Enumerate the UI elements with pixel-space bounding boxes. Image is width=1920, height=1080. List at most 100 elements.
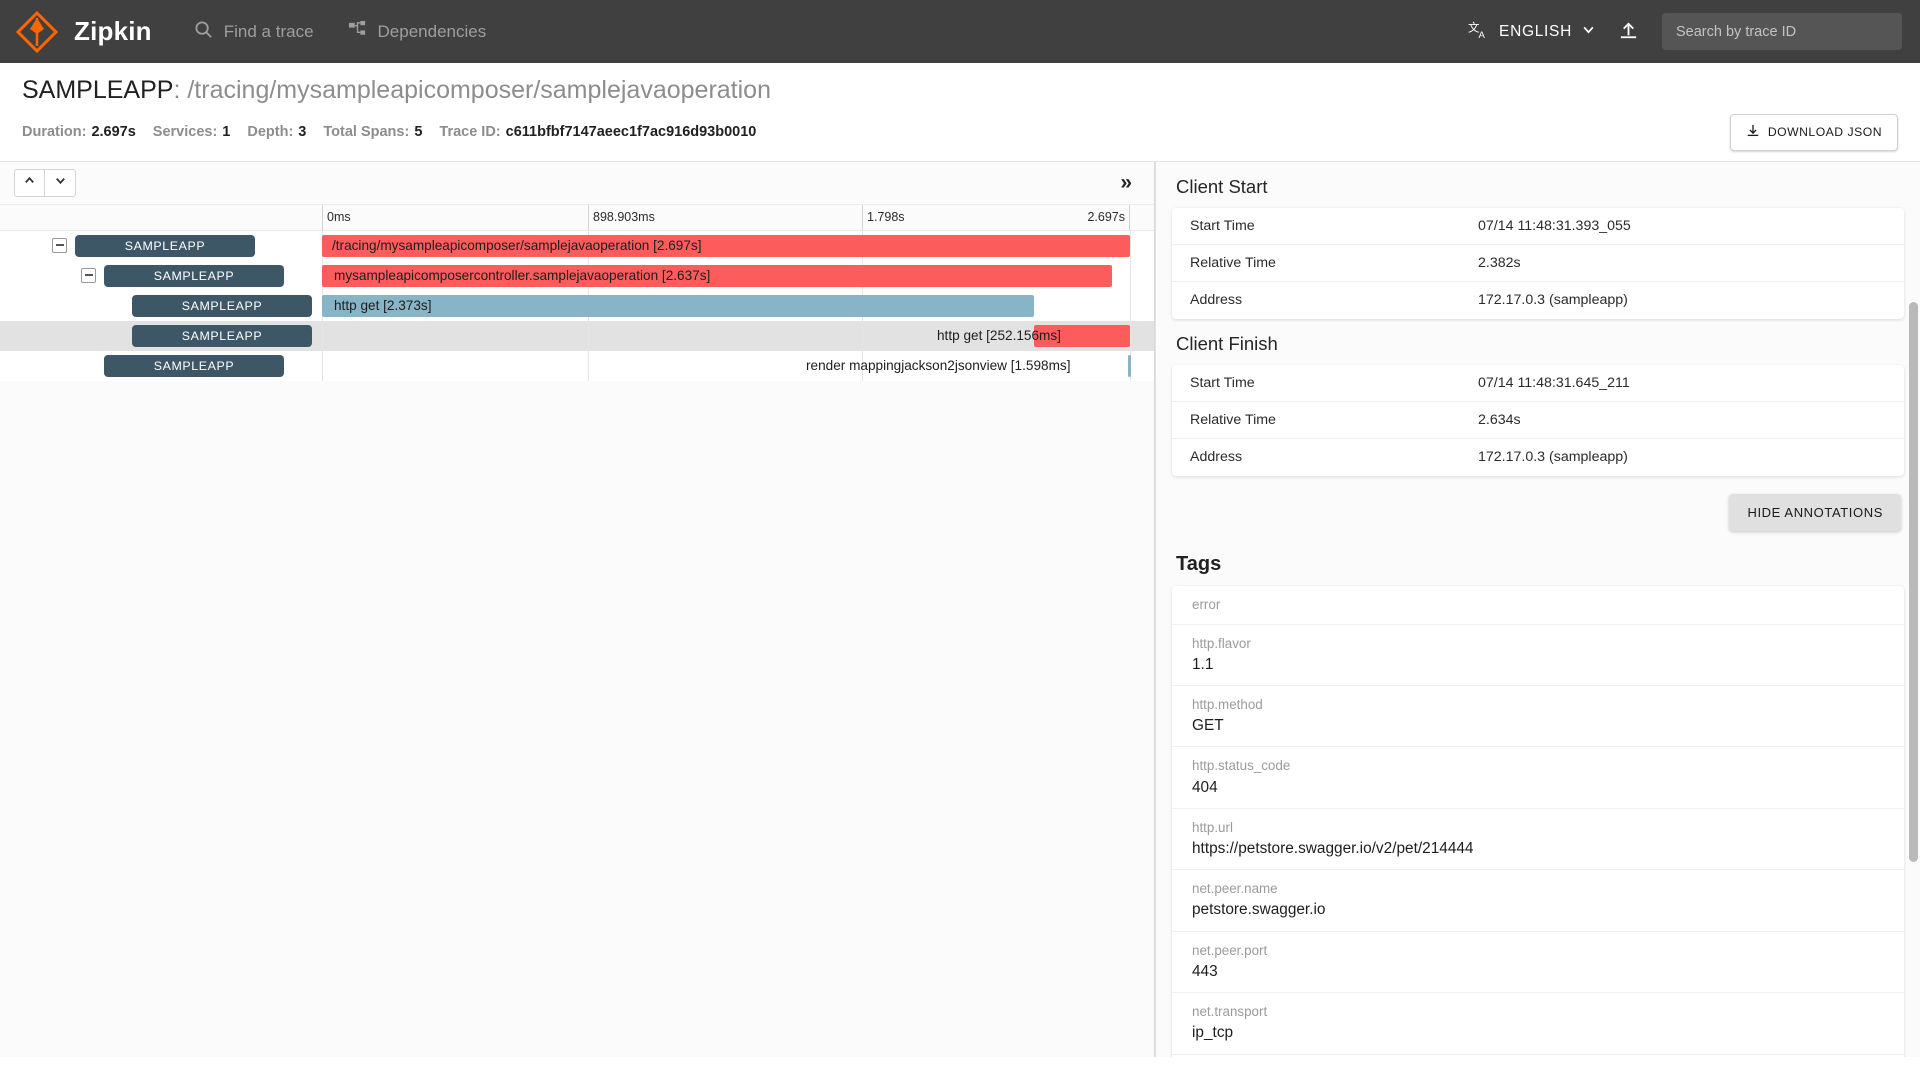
detail-key: Relative Time (1190, 412, 1478, 428)
span-toggle-icon[interactable] (52, 238, 67, 253)
expand-collapse-group (14, 169, 76, 197)
detail-key: Address (1190, 449, 1478, 465)
tag-key: error (1192, 595, 1904, 615)
detail-pane-scrollbar[interactable] (1909, 302, 1918, 862)
span-bar-cell: http get [252.156ms] (322, 321, 1154, 351)
nav-dependencies-label: Dependencies (378, 22, 487, 42)
collapse-spans-button[interactable] (14, 169, 45, 197)
ruler-tick-2: 1.798s (862, 205, 905, 230)
span-tree-cell: SAMPLEAPP (0, 231, 322, 261)
meta-value-trace-id: c611bfbf7147aeec1f7ac916d93b0010 (506, 124, 757, 140)
svg-text:A: A (1479, 30, 1486, 40)
nav-dependencies[interactable]: Dependencies (348, 20, 487, 44)
expand-spans-button[interactable] (45, 169, 76, 197)
trace-header: SAMPLEAPP: /tracing/mysampleapicomposer/… (0, 63, 1920, 161)
ruler-tick-3: 2.697s (1010, 205, 1130, 230)
tag-value: https://petstore.swagger.io/v2/pet/21444… (1192, 838, 1904, 860)
span-bar-cell: mysampleapicomposercontroller.samplejava… (322, 261, 1154, 291)
tag-row: net.peer.port 443 (1172, 932, 1904, 993)
span-service-pill[interactable]: SAMPLEAPP (75, 235, 255, 257)
tag-row: http.status_code 404 (1172, 747, 1904, 808)
meta-key-services: Services: (153, 124, 218, 140)
span-row[interactable]: SAMPLEAPP render mappingjackson2jsonview… (0, 351, 1154, 381)
detail-value: 07/14 11:48:31.393_055 (1478, 218, 1631, 234)
span-tree-cell: SAMPLEAPP (0, 321, 322, 351)
meta-value-services: 1 (222, 124, 230, 140)
span-duration-bar[interactable] (1128, 355, 1131, 377)
span-tree-cell: SAMPLEAPP (0, 291, 322, 321)
span-duration-bar[interactable] (322, 265, 1112, 287)
timeline-toolbar: » (0, 162, 1154, 205)
top-navbar: Zipkin Find a trace Dependencies (0, 0, 1920, 63)
tag-key: net.peer.port (1192, 941, 1904, 961)
tag-row: otel.library.name io.opentelemetry.apach… (1172, 1055, 1904, 1057)
span-row[interactable]: SAMPLEAPP http get [2.373s] (0, 291, 1154, 321)
span-detail-content: Client Start Start Time 07/14 11:48:31.3… (1156, 162, 1920, 1057)
span-service-pill[interactable]: SAMPLEAPP (132, 295, 312, 317)
tag-value: GET (1192, 715, 1904, 737)
detail-key: Relative Time (1190, 255, 1478, 271)
download-json-label: DOWNLOAD JSON (1768, 125, 1882, 139)
navbar-right-controls: 文 A ENGLISH (1468, 13, 1902, 50)
meta-value-depth: 3 (298, 124, 306, 140)
nav-links: Find a trace Dependencies (194, 20, 520, 44)
hide-annotations-wrap: HIDE ANNOTATIONS (1172, 494, 1904, 531)
span-duration-bar[interactable] (322, 295, 1034, 317)
tag-row: error (1172, 586, 1904, 625)
detail-row: Start Time 07/14 11:48:31.645_211 (1172, 365, 1904, 402)
tags-title: Tags (1172, 531, 1904, 586)
detail-value: 172.17.0.3 (sampleapp) (1478, 449, 1628, 465)
meta-key-trace-id: Trace ID: (439, 124, 500, 140)
download-json-button[interactable]: DOWNLOAD JSON (1730, 114, 1898, 151)
double-chevron-right-icon[interactable]: » (1120, 172, 1140, 193)
download-icon (1746, 124, 1760, 141)
time-ruler: 0ms 898.903ms 1.798s 2.697s (0, 205, 1154, 231)
tag-row: net.transport ip_tcp (1172, 993, 1904, 1054)
chevron-up-icon (23, 174, 36, 192)
trace-id-search-box[interactable] (1662, 13, 1902, 50)
hide-annotations-button[interactable]: HIDE ANNOTATIONS (1729, 494, 1901, 531)
tag-key: http.url (1192, 818, 1904, 838)
trace-operation-name: /tracing/mysampleapicomposer/samplejavao… (187, 76, 771, 104)
detail-row: Relative Time 2.382s (1172, 245, 1904, 282)
meta-key-depth: Depth: (247, 124, 293, 140)
span-row[interactable]: SAMPLEAPP mysampleapicomposercontroller.… (0, 261, 1154, 291)
trace-meta: Duration: 2.697s Services: 1 Depth: 3 To… (22, 124, 773, 140)
span-duration-bar[interactable] (322, 235, 1130, 257)
span-row[interactable]: SAMPLEAPP http get [252.156ms] (0, 321, 1154, 351)
span-row[interactable]: SAMPLEAPP /tracing/mysampleapicomposer/s… (0, 231, 1154, 261)
span-duration-bar[interactable] (1034, 325, 1130, 347)
span-bar-cell: render mappingjackson2jsonview [1.598ms] (322, 351, 1154, 381)
tag-row: http.method GET (1172, 686, 1904, 747)
brand-name[interactable]: Zipkin (74, 16, 152, 47)
ruler-tick-0: 0ms (322, 205, 351, 230)
tag-key: http.status_code (1192, 756, 1904, 776)
tag-row: http.url https://petstore.swagger.io/v2/… (1172, 809, 1904, 870)
trace-meta-row: Duration: 2.697s Services: 1 Depth: 3 To… (22, 114, 1898, 161)
span-bar-cell: http get [2.373s] (322, 291, 1154, 321)
chevron-down-icon (54, 174, 67, 192)
language-selector[interactable]: 文 A ENGLISH (1468, 19, 1595, 45)
detail-row: Address 172.17.0.3 (sampleapp) (1172, 282, 1904, 319)
span-service-pill[interactable]: SAMPLEAPP (104, 355, 284, 377)
tag-key: http.method (1192, 695, 1904, 715)
detail-row: Relative Time 2.634s (1172, 402, 1904, 439)
detail-value: 07/14 11:48:31.645_211 (1478, 375, 1630, 391)
upload-icon[interactable] (1617, 20, 1640, 43)
span-toggle-icon[interactable] (81, 268, 96, 283)
span-service-pill[interactable]: SAMPLEAPP (132, 325, 312, 347)
detail-key: Start Time (1190, 218, 1478, 234)
zipkin-logo-icon[interactable] (14, 9, 60, 55)
tag-row: http.flavor 1.1 (1172, 625, 1904, 686)
span-service-pill[interactable]: SAMPLEAPP (104, 265, 284, 287)
client-start-card: Start Time 07/14 11:48:31.393_055 Relati… (1172, 208, 1904, 319)
nav-find-a-trace[interactable]: Find a trace (194, 20, 314, 44)
meta-key-duration: Duration: (22, 124, 86, 140)
search-input[interactable] (1674, 23, 1890, 41)
detail-value: 172.17.0.3 (sampleapp) (1478, 292, 1628, 308)
detail-value: 2.382s (1478, 255, 1521, 271)
span-tree-cell: SAMPLEAPP (0, 261, 322, 291)
dependency-tree-icon (348, 20, 367, 44)
span-label: render mappingjackson2jsonview [1.598ms] (806, 355, 1070, 377)
meta-key-total-spans: Total Spans: (323, 124, 409, 140)
